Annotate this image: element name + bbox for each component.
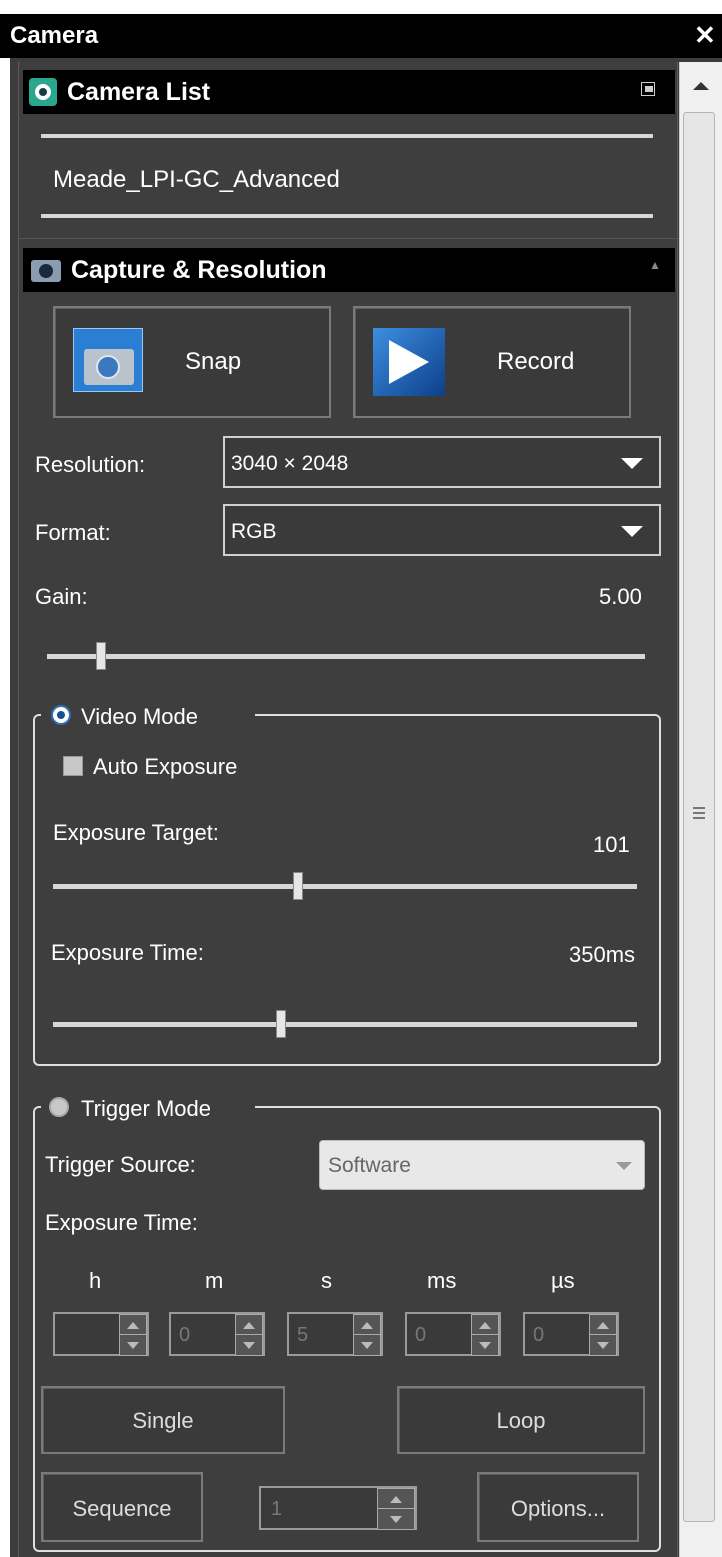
play-icon [373, 328, 445, 396]
exposure-target-label: Exposure Target: [53, 820, 219, 845]
chevron-down-icon [621, 526, 643, 537]
sequence-label: Sequence [72, 1496, 172, 1521]
gain-value: 5.00 [599, 584, 642, 609]
exposure-time-slider-track[interactable] [53, 1022, 637, 1027]
milliseconds-spinner[interactable]: 0 [405, 1312, 501, 1356]
gain-slider-track[interactable] [47, 654, 645, 659]
collapse-icon[interactable] [641, 82, 655, 96]
snapshot-icon [73, 328, 143, 392]
spinner-down-button[interactable] [353, 1334, 381, 1356]
single-label: Single [132, 1408, 194, 1433]
auto-exposure-label: Auto Exposure [93, 754, 238, 779]
camera-list-header[interactable]: Camera List [23, 70, 675, 114]
resolution-select[interactable]: 3040 × 2048 [223, 436, 661, 488]
chevron-down-icon [616, 1162, 632, 1170]
exposure-time-label: Exposure Time: [51, 940, 204, 965]
window-titlebar: Camera ✕ [0, 14, 722, 58]
divider [41, 214, 653, 218]
camera-list-title: Camera List [67, 78, 211, 106]
trigger-source-label: Trigger Source: [45, 1152, 196, 1177]
camera-list-item[interactable]: Meade_LPI-GC_Advanced [53, 166, 340, 194]
unit-us-label: µs [551, 1268, 575, 1293]
sequence-count-spinner[interactable]: 1 [259, 1486, 417, 1530]
trigger-source-value: Software [328, 1154, 411, 1177]
seconds-spinner[interactable]: 5 [287, 1312, 383, 1356]
spinner-up-button[interactable] [235, 1314, 263, 1336]
hours-spinner[interactable] [53, 1312, 149, 1356]
capture-resolution-header[interactable]: Capture & Resolution ▲ [23, 248, 675, 292]
sequence-button[interactable]: Sequence [41, 1472, 203, 1542]
microseconds-spinner[interactable]: 0 [523, 1312, 619, 1356]
unit-minutes-label: m [205, 1268, 224, 1293]
section-separator [19, 238, 679, 239]
loop-label: Loop [496, 1408, 546, 1433]
sequence-count-value: 1 [271, 1498, 283, 1520]
exposure-time-value: 350ms [569, 942, 636, 967]
format-select[interactable]: RGB [223, 504, 661, 556]
window-title: Camera [10, 22, 99, 49]
spinner-up-button[interactable] [119, 1314, 147, 1336]
spinner-down-button[interactable] [589, 1334, 617, 1356]
exposure-target-value: 101 [593, 832, 630, 857]
chevron-down-icon [621, 458, 643, 469]
milliseconds-value: 0 [415, 1324, 427, 1346]
exposure-time-slider-thumb[interactable] [275, 1010, 286, 1038]
spinner-down-button[interactable] [471, 1334, 499, 1356]
trigger-mode-label: Trigger Mode [81, 1096, 212, 1121]
unit-hours-label: h [89, 1268, 102, 1293]
video-mode-label: Video Mode [81, 704, 199, 729]
divider [41, 134, 653, 138]
panel-content: Camera List Meade_LPI-GC_Advanced Captur… [18, 62, 679, 1557]
camera-lens-icon [29, 78, 57, 106]
seconds-value: 5 [297, 1324, 309, 1346]
spinner-up-button[interactable] [353, 1314, 381, 1336]
loop-button[interactable]: Loop [397, 1386, 645, 1454]
exposure-target-slider-track[interactable] [53, 884, 637, 889]
spinner-up-button[interactable] [377, 1488, 415, 1510]
scrollbar-thumb[interactable] [683, 112, 715, 1522]
collapse-arrow-icon[interactable]: ▲ [649, 258, 661, 272]
format-label: Format: [35, 520, 111, 545]
capture-resolution-title: Capture & Resolution [71, 256, 327, 284]
format-value: RGB [231, 520, 277, 543]
minutes-value: 0 [179, 1324, 191, 1346]
resolution-value: 3040 × 2048 [231, 452, 349, 475]
options-button[interactable]: Options... [477, 1472, 639, 1542]
spinner-down-button[interactable] [119, 1334, 147, 1356]
options-label: Options... [510, 1496, 606, 1521]
video-mode-radio[interactable] [51, 705, 71, 725]
record-label: Record [497, 348, 575, 375]
spinner-down-button[interactable] [377, 1508, 415, 1530]
trigger-exposure-time-label: Exposure Time: [45, 1210, 198, 1235]
trigger-source-select[interactable]: Software [319, 1140, 645, 1190]
exposure-target-slider-thumb[interactable] [293, 872, 304, 900]
gain-label: Gain: [35, 584, 88, 609]
spinner-up-button[interactable] [589, 1314, 617, 1336]
unit-ms-label: ms [427, 1268, 457, 1293]
close-icon[interactable]: ✕ [694, 22, 716, 48]
spinner-down-button[interactable] [235, 1334, 263, 1356]
single-button[interactable]: Single [41, 1386, 285, 1454]
unit-seconds-label: s [321, 1268, 332, 1293]
snap-button[interactable]: Snap [53, 306, 331, 418]
scroll-up-icon[interactable] [693, 82, 709, 90]
trigger-mode-radio[interactable] [49, 1097, 69, 1117]
minutes-spinner[interactable]: 0 [169, 1312, 265, 1356]
snap-label: Snap [185, 348, 242, 375]
spinner-up-button[interactable] [471, 1314, 499, 1336]
camera-icon [31, 260, 61, 282]
gain-slider-thumb[interactable] [95, 642, 106, 670]
resolution-label: Resolution: [35, 452, 146, 477]
record-button[interactable]: Record [353, 306, 631, 418]
microseconds-value: 0 [533, 1324, 545, 1346]
auto-exposure-checkbox[interactable] [63, 756, 83, 776]
